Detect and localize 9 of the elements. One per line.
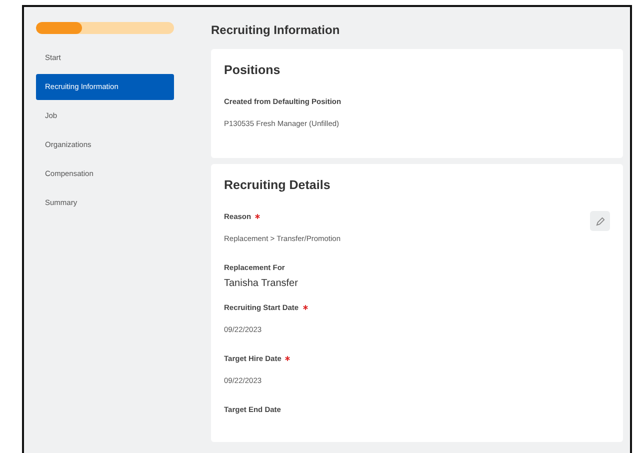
pencil-icon — [596, 216, 604, 226]
card-title: Recruiting Details — [224, 178, 330, 192]
card-title: Positions — [224, 63, 280, 77]
edit-button[interactable] — [590, 211, 610, 231]
page-title: Recruiting Information — [211, 23, 340, 37]
required-icon — [255, 214, 260, 219]
required-icon — [285, 356, 290, 361]
field-value: Tanisha Transfer — [224, 278, 298, 289]
required-icon — [302, 305, 308, 310]
